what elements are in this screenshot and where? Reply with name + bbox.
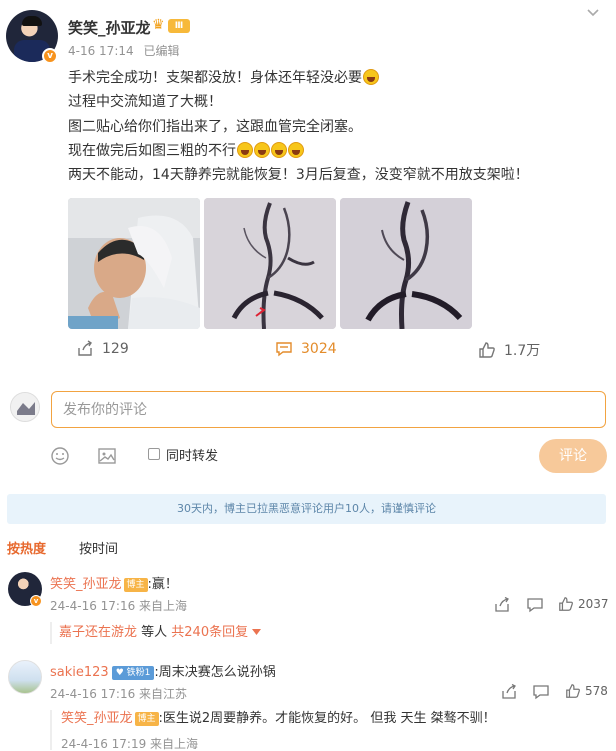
sub-reply-meta: 24-4-16 17:19 来自上海 <box>61 737 199 751</box>
post-meta: 4-16 17:14 已编辑 <box>68 42 179 59</box>
like-button[interactable]: 1.7万 <box>478 340 540 360</box>
comment-like-button[interactable]: 2037 <box>558 596 609 612</box>
crown-icon: ♛ <box>152 17 165 33</box>
comment-meta: 24-4-16 17:16 来自江苏 <box>50 687 188 701</box>
comment-share-icon[interactable] <box>501 683 517 704</box>
comment-input[interactable] <box>51 391 606 428</box>
comment-avatar[interactable] <box>8 660 42 694</box>
emoji-icon[interactable] <box>50 446 70 466</box>
laugh-emoji-icon <box>237 142 253 158</box>
avatar-hair <box>22 16 42 26</box>
thumbs-up-icon <box>559 597 573 611</box>
post-image-angiogram-2[interactable] <box>204 198 336 329</box>
share-icon <box>78 340 92 356</box>
post-date[interactable]: 4-16 17:14 <box>68 44 134 58</box>
laugh-emoji-icon <box>288 142 304 158</box>
image-upload-icon[interactable] <box>97 446 117 466</box>
post-image-patient[interactable] <box>68 198 200 329</box>
replies-summary[interactable]: 嘉子还在游龙 等人 共240条回复 <box>50 622 272 644</box>
comment-icon <box>276 342 292 357</box>
comment-like-count: 2037 <box>578 597 609 611</box>
level-badge: Ⅲ <box>168 19 190 33</box>
host-tag: 博主 <box>134 712 159 726</box>
caret-down-icon <box>252 629 262 635</box>
laugh-emoji-icon <box>363 69 379 85</box>
author-name[interactable]: 笑笑_孙亚龙 <box>68 17 151 38</box>
comment-button[interactable]: 3024 <box>275 340 337 358</box>
fan-tag: ♥ 铁粉1 <box>111 666 155 680</box>
host-tag: 博主 <box>123 578 148 592</box>
edited-label: 已编辑 <box>143 44 180 58</box>
post-text-line-2: 过程中交流知道了大概！ <box>68 94 222 110</box>
sub-reply-text: :医生说2周要静养。才能恢复的好。 但我 天生 桀骜不驯！ <box>158 711 496 726</box>
post-image-angiogram-3[interactable] <box>340 198 472 329</box>
comment-text: :周末决赛怎么说孙锅 <box>154 665 276 680</box>
post-text-line-4: 现在做完后如图三粗的不行 <box>68 141 304 161</box>
post-text-line-5: 两天不能动，14天静养完就能恢复！3月后复查，没变窄就不用放支架啦！ <box>68 167 529 183</box>
blocked-users-notice: 30天内，博主已拉黑恶意评论用户10人，请谨慎评论 <box>7 494 606 524</box>
laugh-emoji-icon <box>254 142 270 158</box>
repost-checkbox[interactable] <box>148 448 160 460</box>
comment-text: :赢！ <box>147 577 178 592</box>
tab-sort-time[interactable]: 按时间 <box>79 538 118 557</box>
like-count: 1.7万 <box>504 343 541 359</box>
comment-like-count: 578 <box>585 684 608 698</box>
thumbs-up-icon <box>566 684 580 698</box>
comment-username[interactable]: sakie123 <box>50 665 109 680</box>
comment-body: 笑笑_孙亚龙 博主:赢！ <box>50 573 178 592</box>
comment-meta: 24-4-16 17:16 来自上海 <box>50 599 188 613</box>
comment-share-icon[interactable] <box>494 596 510 617</box>
verified-badge-icon: v <box>30 595 42 607</box>
my-avatar[interactable] <box>10 392 40 422</box>
submit-comment-button[interactable]: 评论 <box>539 439 607 473</box>
tab-sort-hot[interactable]: 按热度 <box>7 538 46 557</box>
post-text-line-1: 手术完全成功！支架都没放！身体还年轻没必要 <box>68 68 379 88</box>
laugh-emoji-icon <box>271 142 287 158</box>
reply-count-link[interactable]: 共240条回复 <box>171 625 248 640</box>
thumbs-up-icon <box>479 342 495 358</box>
reply-user[interactable]: 嘉子还在游龙 <box>59 625 137 640</box>
repost-count: 129 <box>102 341 129 357</box>
sub-reply: 笑笑_孙亚龙 博主:医生说2周要静养。才能恢复的好。 但我 天生 桀骜不驯！ 24… <box>50 710 606 751</box>
verified-badge-icon: v <box>42 48 58 64</box>
sub-reply-username[interactable]: 笑笑_孙亚龙 <box>61 711 133 726</box>
comment-like-button[interactable]: 578 <box>565 683 608 699</box>
repost-label[interactable]: 同时转发 <box>166 445 218 464</box>
sub-reply-body: 笑笑_孙亚龙 博主:医生说2周要静养。才能恢复的好。 但我 天生 桀骜不驯！ <box>61 710 606 728</box>
comment-reply-icon[interactable] <box>527 597 543 617</box>
more-options-icon[interactable] <box>582 6 604 24</box>
comment-count: 3024 <box>301 341 337 357</box>
post-text-line-3: 图二贴心给你们指出来了，这跟血管完全闭塞。 <box>68 119 362 135</box>
comment-body: sakie123 ♥ 铁粉1:周末决赛怎么说孙锅 <box>50 661 276 680</box>
comment-username[interactable]: 笑笑_孙亚龙 <box>50 577 122 592</box>
repost-button[interactable]: 129 <box>76 340 129 358</box>
comment-reply-icon[interactable] <box>533 684 549 704</box>
